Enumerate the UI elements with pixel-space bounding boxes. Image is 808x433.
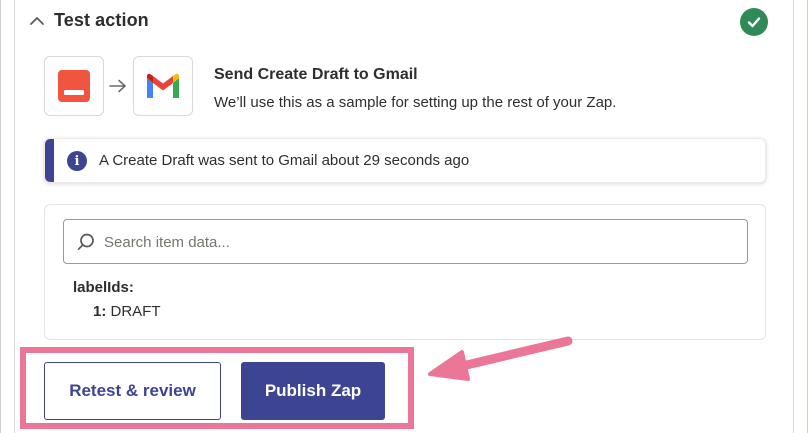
search-icon [77, 233, 94, 251]
info-message: A Create Draft was sent to Gmail about 2… [99, 152, 470, 169]
search-field[interactable] [63, 219, 748, 264]
highlight-annotation-box [20, 347, 414, 429]
item-index: 1: [93, 303, 107, 320]
data-panel: labelIds: 1: DRAFT [44, 204, 766, 340]
annotation-arrow-icon [428, 336, 573, 381]
field-key: labelIds: [73, 279, 134, 296]
gmail-logo-icon [147, 73, 179, 98]
chevron-up-icon[interactable] [28, 12, 46, 30]
list-item: 1: DRAFT [93, 303, 161, 320]
step-title: Send Create Draft to Gmail [214, 66, 418, 83]
arrow-right-icon [109, 79, 126, 93]
section-header[interactable]: Test action [28, 8, 778, 36]
check-circle-icon [740, 8, 768, 36]
trigger-app-tile [44, 56, 104, 116]
search-input[interactable] [104, 228, 724, 256]
section-title: Test action [54, 10, 149, 30]
step-subtitle: We’ll use this as a sample for setting u… [214, 94, 617, 111]
item-value: DRAFT [110, 303, 161, 320]
info-banner: i A Create Draft was sent to Gmail about… [44, 138, 766, 183]
info-accent-bar [45, 139, 54, 182]
gmail-app-tile [133, 56, 193, 116]
info-icon: i [67, 151, 87, 171]
app-trigger-logo-icon [58, 70, 90, 102]
